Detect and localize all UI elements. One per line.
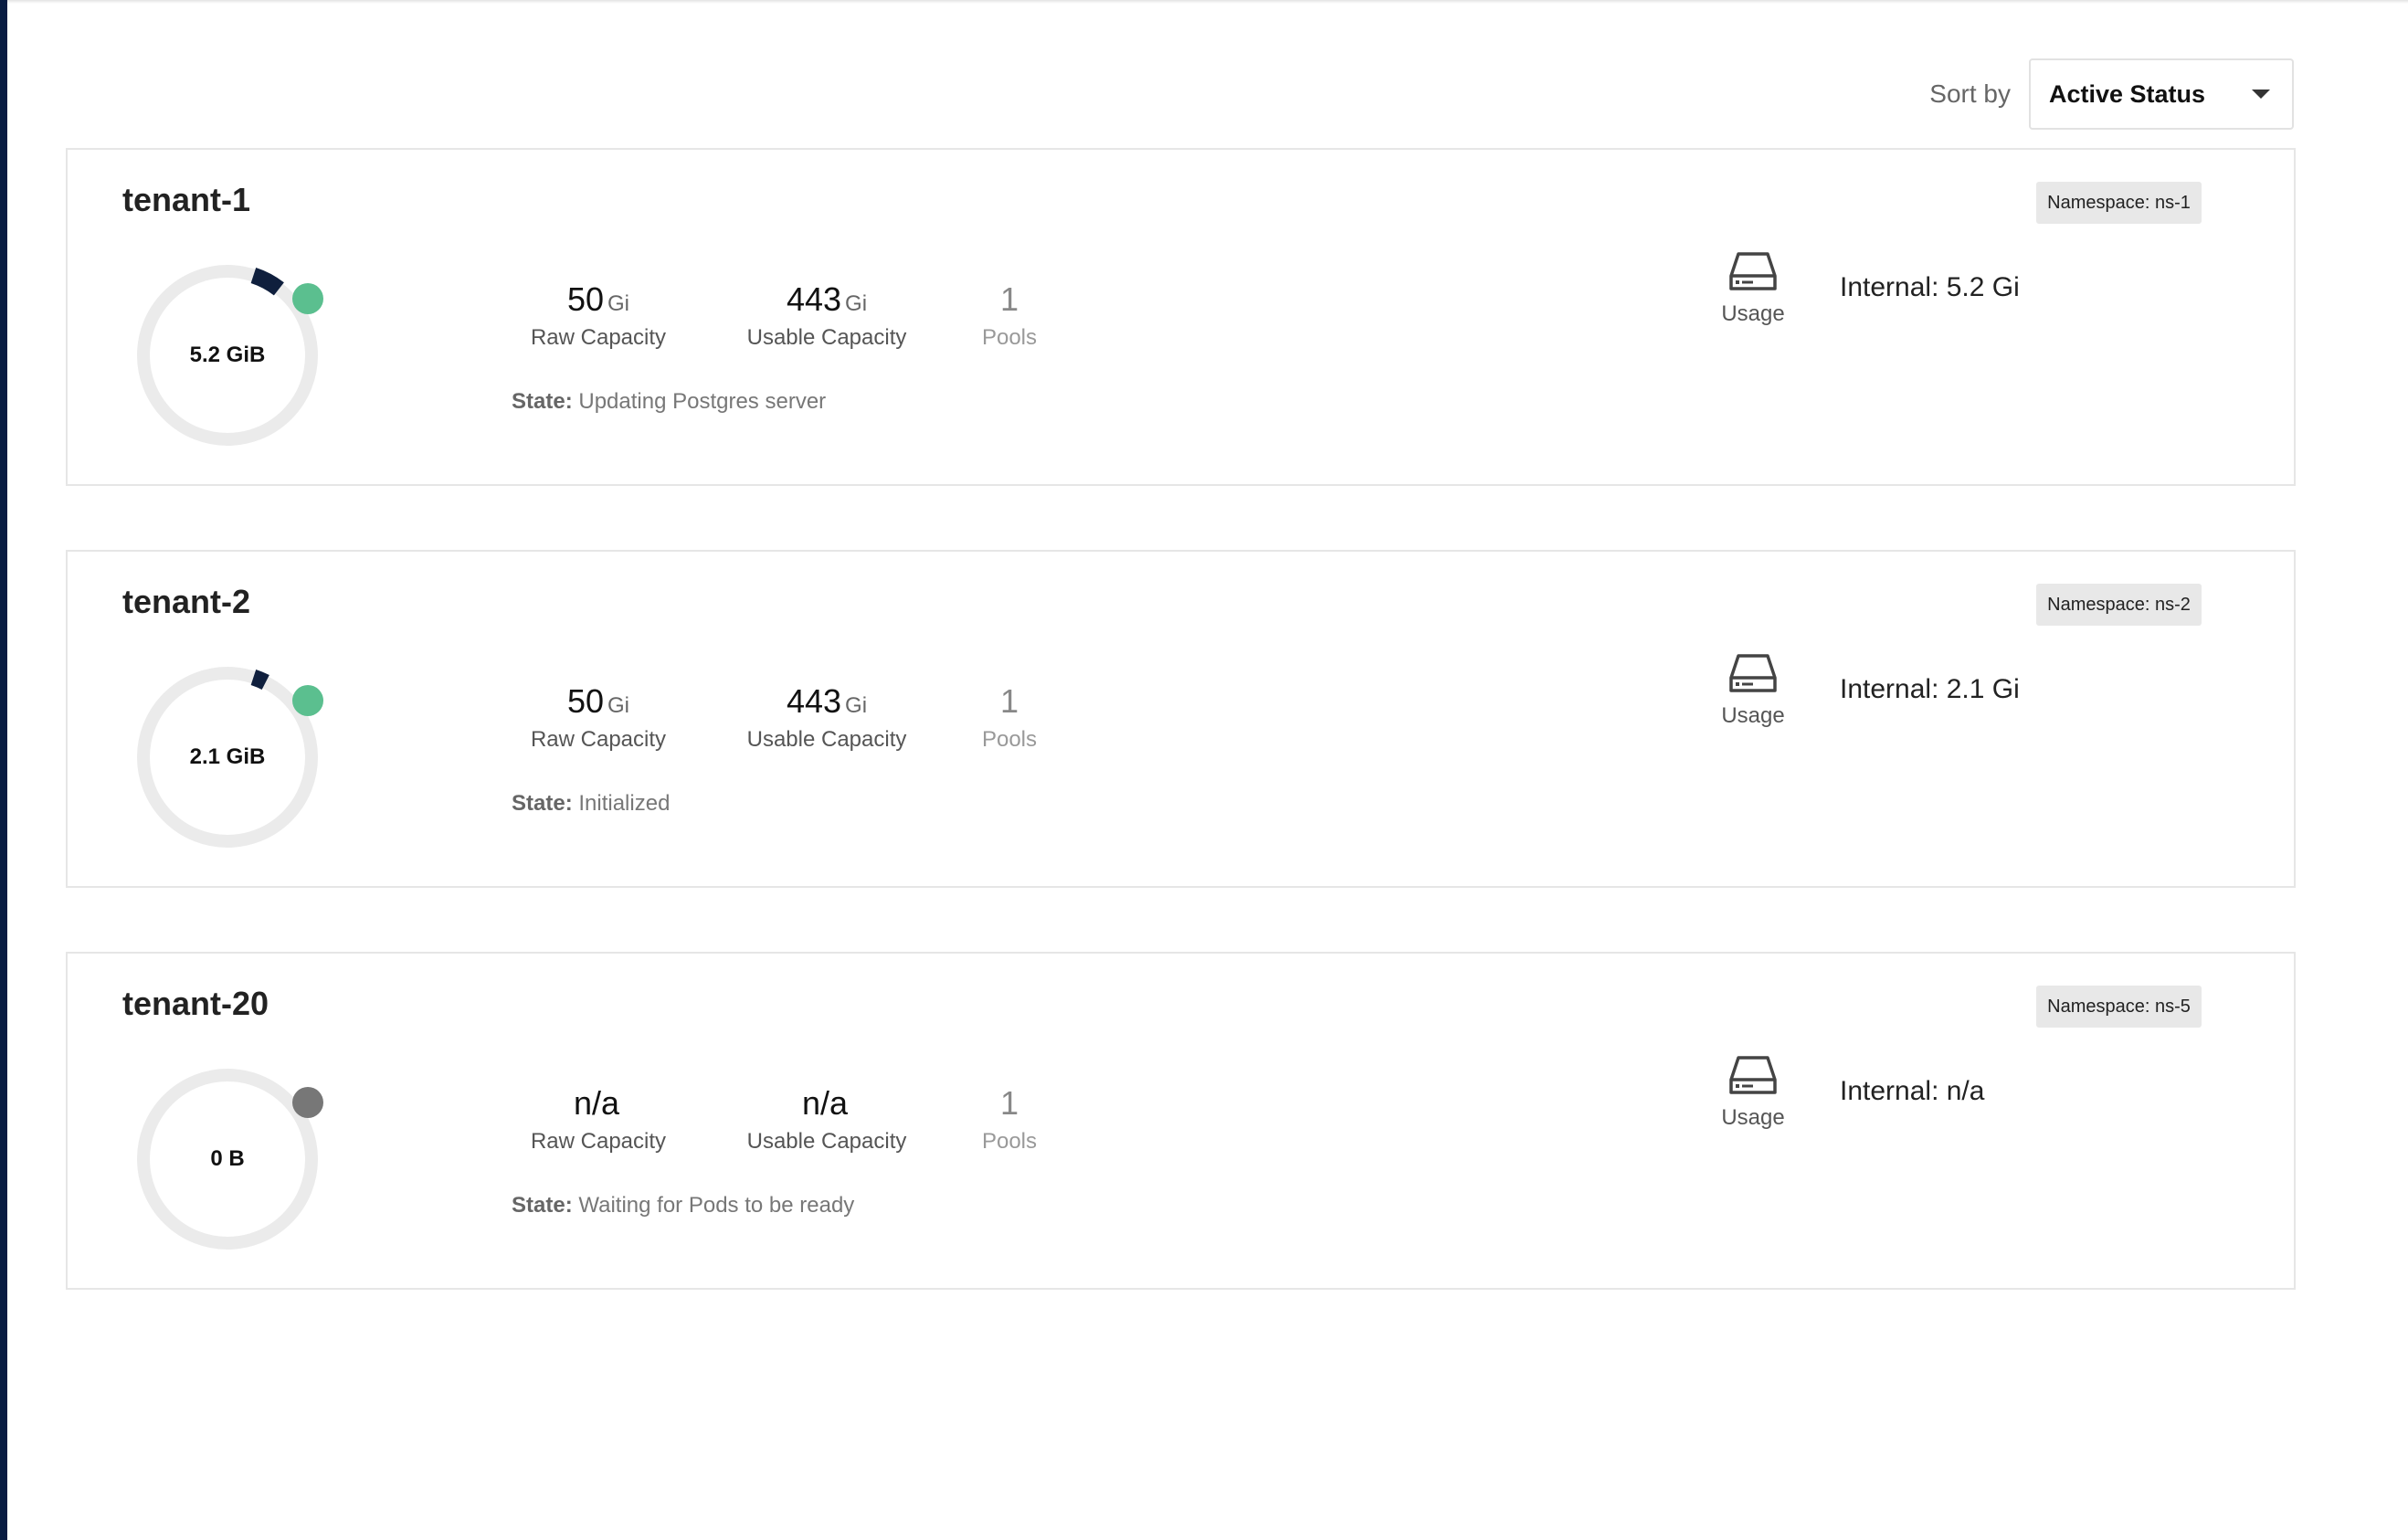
pools-label: Pools [981, 1129, 1038, 1154]
usage-donut-chart: 0 B [122, 1054, 333, 1264]
tenant-card[interactable]: tenant-2 Namespace: ns-2 2.1 GiB 50 Gi Ra… [66, 550, 2296, 888]
raw-capacity-value: 50 [566, 280, 605, 318]
pools-value: 1 [999, 280, 1019, 318]
tenant-state: State: Updating Postgres server [512, 389, 826, 415]
state-value: Updating Postgres server [578, 389, 827, 414]
sort-select[interactable]: Active Status [2029, 58, 2294, 130]
pools-value: 1 [999, 682, 1019, 720]
pools-value: 1 [999, 1084, 1019, 1122]
raw-capacity-unit: Gi [607, 693, 630, 718]
usable-capacity-metric: n/a Usable Capacity [713, 1083, 941, 1155]
tenant-card[interactable]: tenant-20 Namespace: ns-5 0 B n/a Raw Ca… [66, 952, 2296, 1290]
raw-capacity-label: Raw Capacity [530, 325, 667, 350]
pools-metric: 1 Pools [959, 1083, 1060, 1155]
header-shadow [7, 0, 2408, 4]
usable-capacity-value: n/a [801, 1084, 849, 1122]
namespace-badge: Namespace: ns-2 [2036, 584, 2202, 626]
chevron-down-icon [2252, 90, 2270, 99]
raw-capacity-metric: n/a Raw Capacity [512, 1083, 685, 1155]
donut-center-label: 5.2 GiB [189, 343, 266, 367]
usable-capacity-unit: Gi [845, 291, 868, 316]
usage-donut-chart: 5.2 GiB [122, 250, 333, 460]
usable-capacity-label: Usable Capacity [746, 1129, 907, 1154]
internal-usage-text: Internal: 5.2 Gi [1840, 272, 2020, 302]
usage-block[interactable]: Usage [1694, 652, 1812, 729]
donut-center-label: 0 B [210, 1146, 245, 1171]
internal-usage-text: Internal: n/a [1840, 1076, 1985, 1106]
status-indicator-dot [292, 1087, 323, 1118]
hard-drive-icon [1729, 252, 1777, 290]
usable-capacity-value: 443 [786, 280, 842, 318]
state-key: State: [512, 791, 573, 816]
usage-block[interactable]: Usage [1694, 250, 1812, 327]
raw-capacity-metric: 50 Gi Raw Capacity [512, 280, 685, 351]
state-value: Initialized [578, 791, 671, 816]
pools-metric: 1 Pools [959, 681, 1060, 753]
state-key: State: [512, 389, 573, 414]
state-key: State: [512, 1193, 573, 1218]
namespace-badge: Namespace: ns-1 [2036, 182, 2202, 224]
raw-capacity-label: Raw Capacity [530, 727, 667, 752]
raw-capacity-unit: Gi [607, 291, 630, 316]
usable-capacity-label: Usable Capacity [746, 325, 907, 350]
status-indicator-dot [292, 685, 323, 716]
raw-capacity-value: 50 [566, 682, 605, 720]
usable-capacity-metric: 443 Gi Usable Capacity [713, 681, 941, 753]
usable-capacity-metric: 443 Gi Usable Capacity [713, 280, 941, 351]
donut-center-label: 2.1 GiB [189, 744, 266, 769]
internal-usage-text: Internal: 2.1 Gi [1840, 674, 2020, 704]
sort-by-label: Sort by [1929, 79, 2011, 108]
usage-label: Usage [1721, 301, 1785, 326]
raw-capacity-label: Raw Capacity [530, 1129, 667, 1154]
usable-capacity-value: 443 [786, 682, 842, 720]
state-value: Waiting for Pods to be ready [578, 1193, 855, 1218]
raw-capacity-metric: 50 Gi Raw Capacity [512, 681, 685, 753]
sort-selected-value: Active Status [2049, 79, 2206, 108]
pools-label: Pools [981, 727, 1038, 752]
hard-drive-icon [1729, 654, 1777, 692]
usable-capacity-unit: Gi [845, 693, 868, 718]
usage-label: Usage [1721, 1105, 1785, 1130]
pools-metric: 1 Pools [959, 280, 1060, 351]
tenant-state: State: Initialized [512, 791, 670, 817]
tenant-card[interactable]: tenant-1 Namespace: ns-1 5.2 GiB 50 Gi Ra… [66, 148, 2296, 486]
pools-label: Pools [981, 325, 1038, 350]
usage-block[interactable]: Usage [1694, 1054, 1812, 1131]
sort-control: Sort by Active Status [1929, 58, 2294, 130]
tenant-name[interactable]: tenant-20 [122, 985, 269, 1023]
raw-capacity-value: n/a [573, 1084, 620, 1122]
tenant-state: State: Waiting for Pods to be ready [512, 1193, 854, 1218]
usage-donut-chart: 2.1 GiB [122, 652, 333, 862]
namespace-badge: Namespace: ns-5 [2036, 986, 2202, 1028]
hard-drive-icon [1729, 1056, 1777, 1094]
usage-label: Usage [1721, 703, 1785, 728]
status-indicator-dot [292, 283, 323, 314]
usable-capacity-label: Usable Capacity [746, 727, 907, 752]
tenant-name[interactable]: tenant-2 [122, 583, 250, 621]
tenant-name[interactable]: tenant-1 [122, 181, 250, 219]
left-nav-rail [0, 0, 7, 1540]
